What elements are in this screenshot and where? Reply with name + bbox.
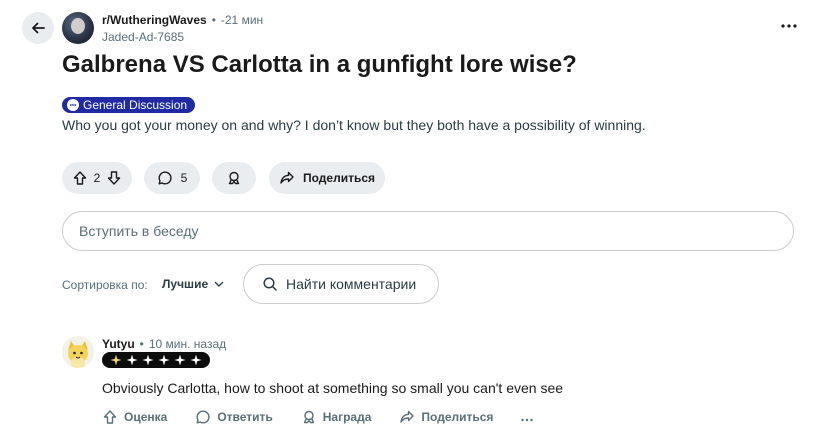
- commenter-username[interactable]: Yutyu: [102, 337, 135, 351]
- subreddit-avatar[interactable]: [62, 12, 94, 44]
- comment-count: 5: [180, 171, 188, 185]
- search-icon: [263, 277, 277, 291]
- star-icon: [125, 354, 139, 366]
- share-button[interactable]: Поделиться: [269, 162, 385, 194]
- comment-time: 10 мин. назад: [148, 337, 227, 351]
- comment-reply-button[interactable]: Ответить: [195, 409, 273, 425]
- comment-share-label: Поделиться: [421, 410, 494, 424]
- sort-label: Сортировка по:: [62, 278, 148, 292]
- post-title: Galbrena VS Carlotta in a gunfight lore …: [62, 51, 577, 78]
- star-icon: [157, 354, 171, 366]
- star-icon: [109, 354, 123, 366]
- meta-separator: •: [211, 13, 216, 27]
- sort-dropdown[interactable]: Лучшие: [162, 277, 224, 291]
- comment-text: Obviously Carlotta, how to shoot at some…: [102, 380, 564, 396]
- share-icon: [280, 171, 294, 184]
- comment-reply-label: Ответить: [217, 410, 273, 424]
- more-horizontal-icon: [521, 418, 534, 421]
- commenter-avatar[interactable]: [62, 336, 94, 368]
- comment-award-button[interactable]: Награда: [301, 409, 372, 425]
- chat-bubble-icon: [67, 99, 79, 111]
- post-time: -21 мин: [220, 13, 264, 27]
- more-horizontal-icon: [781, 24, 797, 28]
- star-icon: [141, 354, 155, 366]
- comment-meta-separator: •: [139, 337, 144, 351]
- comment-share-button[interactable]: Поделиться: [399, 409, 493, 425]
- award-button[interactable]: [212, 162, 256, 194]
- vote-control: 2: [62, 162, 132, 194]
- comment-vote-label: Оценка: [124, 410, 168, 424]
- join-conversation-placeholder: Вступить в беседу: [79, 223, 199, 239]
- award-icon: [303, 410, 314, 424]
- search-comments-placeholder: Найти комментарии: [286, 276, 417, 292]
- back-button[interactable]: [22, 12, 54, 44]
- upvote-icon: [103, 410, 117, 424]
- post-more-options-button[interactable]: [781, 20, 797, 28]
- post-author[interactable]: Jaded-Ad-7685: [102, 30, 184, 44]
- comment-icon: [158, 171, 172, 185]
- comment-actions: Оценка Ответить Награда Поделиться: [102, 409, 534, 425]
- post-body: Who you got your money on and why? I don…: [62, 117, 646, 133]
- subreddit-name[interactable]: r/WutheringWaves: [102, 13, 207, 27]
- comments-button[interactable]: 5: [144, 162, 200, 194]
- user-flair: [102, 352, 210, 368]
- vote-count: 2: [93, 171, 101, 185]
- downvote-icon[interactable]: [106, 170, 122, 186]
- comment-award-label: Награда: [322, 410, 372, 424]
- comment-vote-button[interactable]: Оценка: [102, 409, 167, 425]
- comment-meta: Yutyu • 10 мин. назад: [102, 337, 226, 351]
- sort-value: Лучшие: [162, 277, 209, 291]
- arrow-left-icon: [32, 22, 45, 34]
- upvote-icon[interactable]: [72, 170, 88, 186]
- award-icon: [228, 171, 240, 185]
- star-icon: [173, 354, 187, 366]
- share-icon: [400, 410, 415, 423]
- flair-label: General Discussion: [83, 98, 188, 112]
- join-conversation-input[interactable]: Вступить в беседу: [62, 211, 794, 251]
- comment-more-options-button[interactable]: [521, 413, 534, 422]
- chevron-down-icon: [214, 281, 224, 287]
- post-flair[interactable]: General Discussion: [62, 97, 196, 113]
- post-meta: r/WutheringWaves • -21 мин: [102, 13, 263, 27]
- share-label: Поделиться: [302, 171, 376, 185]
- comment-icon: [196, 410, 210, 424]
- star-icon: [189, 354, 203, 366]
- search-comments-input[interactable]: Найти комментарии: [243, 264, 439, 304]
